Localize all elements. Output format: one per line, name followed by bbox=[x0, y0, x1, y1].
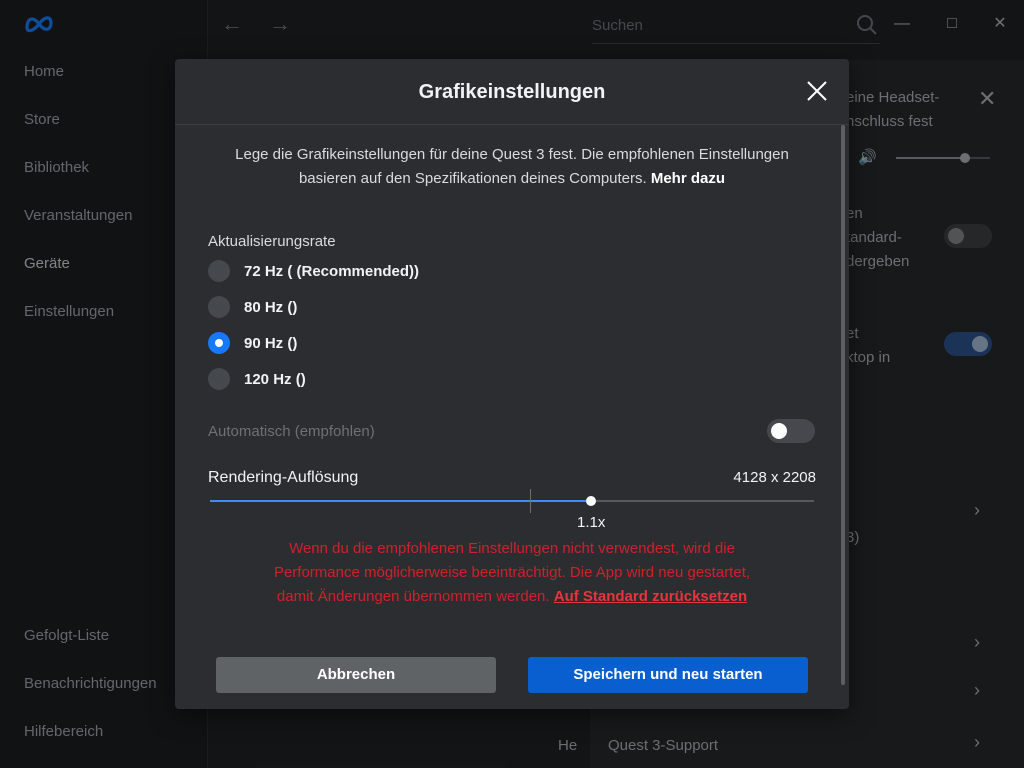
radio-option-80hz[interactable]: 80 Hz () bbox=[208, 295, 297, 319]
app-window: Home Store Bibliothek Veranstaltungen Ge… bbox=[0, 0, 1024, 768]
resolution-label: Rendering-Auflösung bbox=[208, 469, 359, 486]
dialog-scrollbar-thumb[interactable] bbox=[841, 125, 845, 685]
radio-button-selected[interactable] bbox=[208, 332, 230, 354]
resolution-value: 4128 x 2208 bbox=[733, 469, 816, 486]
dialog-intro: Lege die Grafikeinstellungen für deine Q… bbox=[235, 143, 789, 191]
radio-option-90hz[interactable]: 90 Hz () bbox=[208, 331, 297, 355]
radio-button[interactable] bbox=[208, 368, 230, 390]
radio-label: 72 Hz ( (Recommended)) bbox=[244, 262, 420, 280]
cancel-button[interactable]: Abbrechen bbox=[216, 657, 496, 693]
refresh-rate-label: Aktualisierungsrate bbox=[208, 233, 336, 250]
reset-defaults-link[interactable]: Auf Standard zurücksetzen bbox=[554, 588, 747, 605]
auto-toggle[interactable] bbox=[767, 419, 815, 443]
warning-message: Wenn du die empfohlenen Einstellungen ni… bbox=[255, 537, 769, 609]
radio-option-120hz[interactable]: 120 Hz () bbox=[208, 367, 306, 391]
radio-option-72hz[interactable]: 72 Hz ( (Recommended)) bbox=[208, 259, 419, 283]
graphics-settings-dialog: Grafikeinstellungen Lege die Grafikeinst… bbox=[175, 59, 849, 709]
close-icon[interactable] bbox=[805, 79, 829, 103]
slider-thumb[interactable] bbox=[586, 496, 596, 506]
radio-button[interactable] bbox=[208, 296, 230, 318]
slider-default-mark bbox=[530, 489, 531, 513]
radio-label: 90 Hz () bbox=[244, 334, 298, 352]
save-restart-button[interactable]: Speichern und neu starten bbox=[528, 657, 808, 693]
learn-more-link[interactable]: Mehr dazu bbox=[651, 170, 725, 187]
radio-button[interactable] bbox=[208, 260, 230, 282]
dialog-header: Grafikeinstellungen bbox=[175, 59, 849, 125]
toggle-knob bbox=[771, 423, 787, 439]
resolution-slider[interactable] bbox=[210, 489, 814, 513]
auto-label: Automatisch (empfohlen) bbox=[208, 423, 375, 440]
slider-fill bbox=[210, 500, 591, 502]
slider-value-label: 1.1x bbox=[577, 514, 606, 531]
radio-label: 80 Hz () bbox=[244, 298, 298, 316]
radio-label: 120 Hz () bbox=[244, 370, 306, 388]
dialog-title: Grafikeinstellungen bbox=[418, 81, 606, 103]
